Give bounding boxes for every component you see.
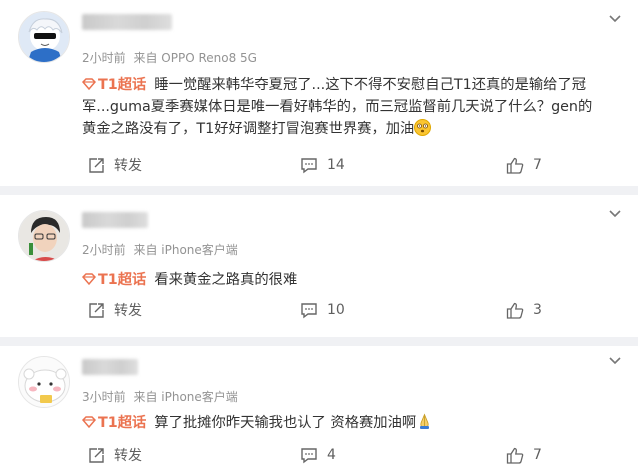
post-card: 2小时前 来自 OPPO Reno8 5G T1超话 睡一觉醒来韩华夺夏冠了...… — [0, 0, 638, 186]
like-button[interactable]: 7 — [506, 150, 542, 180]
post-text-line-3: 黄金之路没有了，T1好好调整打冒泡赛世界赛，加油 — [82, 121, 415, 137]
comment-count: 4 — [327, 447, 336, 463]
repost-button[interactable]: 转发 — [88, 150, 142, 180]
repost-button[interactable]: 转发 — [88, 295, 142, 325]
divider — [0, 186, 638, 195]
diamond-icon — [82, 416, 96, 429]
post-time: 3小时前 — [82, 390, 126, 404]
comment-button[interactable]: 14 — [300, 150, 345, 180]
like-button[interactable]: 3 — [506, 295, 542, 325]
post-text-line-1: 算了批摊你昨天输我也认了 资格赛加油啊 — [154, 415, 417, 431]
divider — [0, 337, 638, 346]
post-meta: 2小时前 来自 iPhone客户端 — [82, 241, 242, 258]
action-bar: 转发 14 7 — [0, 150, 638, 180]
comment-icon — [301, 447, 317, 463]
post-text: T1超话 看来黄金之路真的很难 — [82, 269, 620, 291]
diamond-icon — [82, 78, 96, 91]
thumbs-up-icon — [506, 157, 524, 174]
thumbs-up-icon — [506, 447, 524, 464]
comment-icon — [301, 157, 317, 173]
username-blurred[interactable] — [82, 14, 172, 30]
post-source: 来自 iPhone客户端 — [133, 390, 238, 404]
comment-icon — [301, 302, 317, 318]
post-text-line-1: 睡一觉醒来韩华夺夏冠了...这下不得不安慰自己T1还真的是输给了冠 — [154, 77, 587, 93]
action-bar: 转发 4 7 — [0, 440, 638, 470]
post-card: 2小时前 来自 iPhone客户端 T1超话 看来黄金之路真的很难 转发 10 3 — [0, 195, 638, 337]
topic-link[interactable]: T1超话 — [82, 415, 146, 431]
avatar[interactable] — [18, 11, 70, 63]
post-source: 来自 OPPO Reno8 5G — [133, 51, 257, 65]
username-blurred[interactable] — [82, 359, 138, 375]
like-count: 7 — [533, 447, 542, 463]
comment-count: 14 — [327, 157, 345, 173]
post-text: T1超话 算了批摊你昨天输我也认了 资格赛加油啊 — [82, 412, 620, 434]
avatar[interactable] — [18, 356, 70, 408]
chevron-down-icon[interactable] — [608, 207, 622, 221]
post-text-line-1: 看来黄金之路真的很难 — [154, 272, 298, 288]
post-time: 2小时前 — [82, 51, 126, 65]
repost-icon — [89, 157, 104, 173]
repost-icon — [89, 302, 104, 318]
diamond-icon — [82, 273, 96, 286]
dazed-face-icon — [414, 119, 432, 136]
like-button[interactable]: 7 — [506, 440, 542, 470]
like-count: 3 — [533, 302, 542, 318]
thumbs-up-icon — [506, 302, 524, 319]
post-card: 3小时前 来自 iPhone客户端 T1超话 算了批摊你昨天输我也认了 资格赛加油… — [0, 346, 638, 474]
chevron-down-icon[interactable] — [608, 12, 622, 26]
post-meta: 3小时前 来自 iPhone客户端 — [82, 388, 242, 405]
username-blurred[interactable] — [82, 212, 148, 228]
comment-button[interactable]: 10 — [300, 295, 345, 325]
post-source: 来自 iPhone客户端 — [133, 243, 238, 257]
topic-link[interactable]: T1超话 — [82, 272, 146, 288]
repost-button[interactable]: 转发 — [88, 440, 142, 470]
post-text-line-2: 军...guma夏季赛媒体日是唯一看好韩华的，而三冠监督前几天说了什么？gen的 — [82, 99, 593, 115]
topic-link[interactable]: T1超话 — [82, 77, 146, 93]
action-bar: 转发 10 3 — [0, 295, 638, 325]
post-meta: 2小时前 来自 OPPO Reno8 5G — [82, 49, 261, 66]
chevron-down-icon[interactable] — [608, 354, 622, 368]
avatar[interactable] — [18, 210, 70, 262]
post-time: 2小时前 — [82, 243, 126, 257]
comment-button[interactable]: 4 — [300, 440, 336, 470]
comment-count: 10 — [327, 302, 345, 318]
post-text: T1超话 睡一觉醒来韩华夺夏冠了...这下不得不安慰自己T1还真的是输给了冠 军.… — [82, 74, 620, 140]
repost-icon — [89, 447, 104, 463]
praying-emoji-icon — [420, 413, 430, 429]
like-count: 7 — [533, 157, 542, 173]
